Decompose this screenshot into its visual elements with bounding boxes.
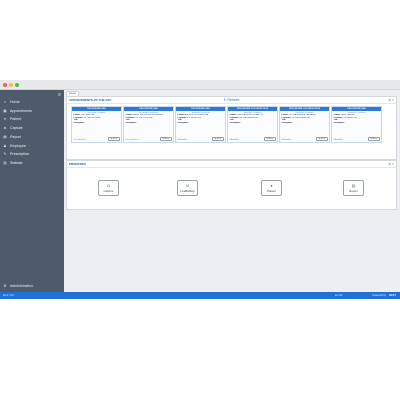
sidebar-item-home[interactable]: ⌂ Home: [3, 99, 20, 105]
sidebar-item-capture[interactable]: ◘ Capture: [3, 125, 23, 131]
sidebar-item-label: Prescription: [10, 152, 29, 156]
appointment-card[interactable]: PROCEDURE USA 11:30:00 - 12:00:00 Patien…: [331, 106, 382, 143]
appointment-card[interactable]: PROCEDURE COLONOSCOPIA 10:30:00 - 11:00:…: [227, 106, 278, 143]
close-button[interactable]: [3, 83, 7, 87]
description-row: Description:: [281, 121, 293, 124]
appointments-header: APPOINTMENTS OF THE DAY ↻ Refresh ⚙ ×: [67, 97, 396, 104]
priority-label: Report: [349, 188, 358, 193]
status-badge: ● Available: [281, 138, 291, 141]
version-text: 20.1 | 4.0: [3, 294, 14, 297]
document-icon: ▤: [3, 135, 7, 139]
sidebar-item-label: Report: [10, 135, 21, 139]
description-row: Description:: [125, 121, 137, 124]
appointment-card[interactable]: PROCEDURE USA 09:00:00 - 9:30:00 Patient…: [71, 106, 122, 143]
appointments-panel: APPOINTMENTS OF THE DAY ↻ Refresh ⚙ × PR…: [66, 96, 397, 160]
status-badge: ● In attendance: [125, 138, 139, 141]
camera-icon: ◘: [107, 182, 110, 188]
go-back-button[interactable]: Go Back: [315, 137, 328, 141]
livebackup-priority-button[interactable]: ⛁ LiveBackup: [177, 180, 198, 196]
sidebar: ≡ ⌂ Home ▦ Appointments ● Patient ◘ Capt…: [0, 90, 64, 292]
refresh-button[interactable]: ↻ Refresh: [224, 98, 240, 102]
sidebar-item-administration[interactable]: ⚙ Administration: [3, 283, 33, 289]
chart-icon: ▥: [3, 161, 7, 165]
sidebar-item-label: Employee: [10, 144, 26, 148]
status-bar: 20.1 | 4.0 en-US Powered by NEXT: [0, 292, 400, 299]
brand-logo: NEXT: [389, 294, 396, 297]
camera-icon: ◘: [3, 126, 7, 130]
sidebar-item-employee[interactable]: ♟ Employee: [3, 143, 26, 149]
go-back-button[interactable]: Go Back: [107, 137, 120, 141]
maximize-button[interactable]: [15, 83, 19, 87]
status-badge: ● Available: [229, 138, 239, 141]
main-content: Home APPOINTMENTS OF THE DAY ↻ Refresh ⚙…: [65, 90, 400, 292]
panel-controls[interactable]: ⚙ ×: [388, 162, 394, 166]
sidebar-item-prescription[interactable]: ✎ Prescription: [3, 151, 29, 157]
appointment-card[interactable]: PROCEDURE COLONOSCOPIA 11:00:00 - 11:30:…: [279, 106, 330, 143]
sidebar-item-appointments[interactable]: ▦ Appointments: [3, 108, 32, 114]
minimize-button[interactable]: [9, 83, 13, 87]
status-badge: ● In attendance: [73, 138, 87, 141]
status-badge: ● Available: [177, 138, 187, 141]
go-back-button[interactable]: Go Back: [367, 137, 380, 141]
description-row: Description:: [333, 121, 345, 124]
procedure-name: PROCEDURE COLONOSCOPIA: [228, 107, 277, 111]
panel-controls[interactable]: ⚙ ×: [388, 98, 394, 102]
description-row: Description:: [229, 121, 241, 124]
go-back-button[interactable]: Go Back: [211, 137, 224, 141]
locale-text: en-US: [335, 294, 343, 297]
app-window: ≡ ⌂ Home ▦ Appointments ● Patient ◘ Capt…: [0, 80, 400, 299]
sidebar-item-label: Home: [10, 100, 20, 104]
user-icon: ●: [3, 117, 7, 121]
report-icon: ▤: [351, 182, 356, 188]
sidebar-item-report[interactable]: ▤ Report: [3, 134, 21, 140]
list-icon[interactable]: ≡: [58, 93, 61, 98]
go-back-button[interactable]: Go Back: [159, 137, 172, 141]
prescription-icon: ✎: [3, 152, 7, 156]
home-icon: ⌂: [3, 100, 7, 104]
status-badge: ● Available: [333, 138, 343, 141]
gear-icon: ⚙: [3, 284, 7, 288]
priority-label: Patient: [267, 188, 276, 193]
appointment-card[interactable]: PROCEDURE USA 09:30:00 - 10:00:00 Patien…: [123, 106, 174, 143]
capture-priority-button[interactable]: ◘ Capture: [98, 180, 119, 196]
appointments-title: APPOINTMENTS OF THE DAY: [69, 98, 112, 102]
description-row: Description:: [177, 121, 189, 124]
appointment-card[interactable]: PROCEDURE USA 10:00:00 - 10:30:00 Patien…: [175, 106, 226, 143]
powered-by-text: Powered by: [372, 294, 387, 297]
sidebar-item-statistic[interactable]: ▥ Statistic: [3, 160, 23, 166]
go-back-button[interactable]: Go Back: [263, 137, 276, 141]
sidebar-item-label: Administration: [10, 284, 33, 288]
priorities-header: PRIORITIES ⚙ ×: [67, 161, 396, 168]
calendar-icon: ▦: [3, 109, 7, 113]
procedure-name: PROCEDURE USA: [124, 107, 173, 111]
procedure-name: PROCEDURE USA: [332, 107, 381, 111]
refresh-label: Refresh: [227, 97, 240, 102]
priorities-title: PRIORITIES: [69, 162, 87, 166]
procedure-name: PROCEDURE USA: [72, 107, 121, 111]
sidebar-item-label: Patient: [10, 117, 22, 121]
backup-icon: ⛁: [185, 182, 190, 188]
priority-label: LiveBackup: [180, 188, 195, 193]
priorities-panel: PRIORITIES ⚙ × ◘ Capture ⛁ LiveBackup ● …: [66, 160, 397, 210]
patient-icon: ●: [270, 182, 273, 188]
title-bar: [0, 80, 400, 90]
sidebar-item-label: Appointments: [10, 109, 32, 113]
priority-label: Capture: [103, 188, 114, 193]
sidebar-item-patient[interactable]: ● Patient: [3, 116, 21, 122]
users-icon: ♟: [3, 144, 7, 148]
patient-priority-button[interactable]: ● Patient: [261, 180, 282, 196]
report-priority-button[interactable]: ▤ Report: [343, 180, 364, 196]
sidebar-item-label: Statistic: [10, 161, 23, 165]
procedure-name: PROCEDURE USA: [176, 107, 225, 111]
sidebar-item-label: Capture: [10, 126, 23, 130]
description-row: Description:: [73, 121, 85, 124]
procedure-name: PROCEDURE COLONOSCOPIA: [280, 107, 329, 111]
